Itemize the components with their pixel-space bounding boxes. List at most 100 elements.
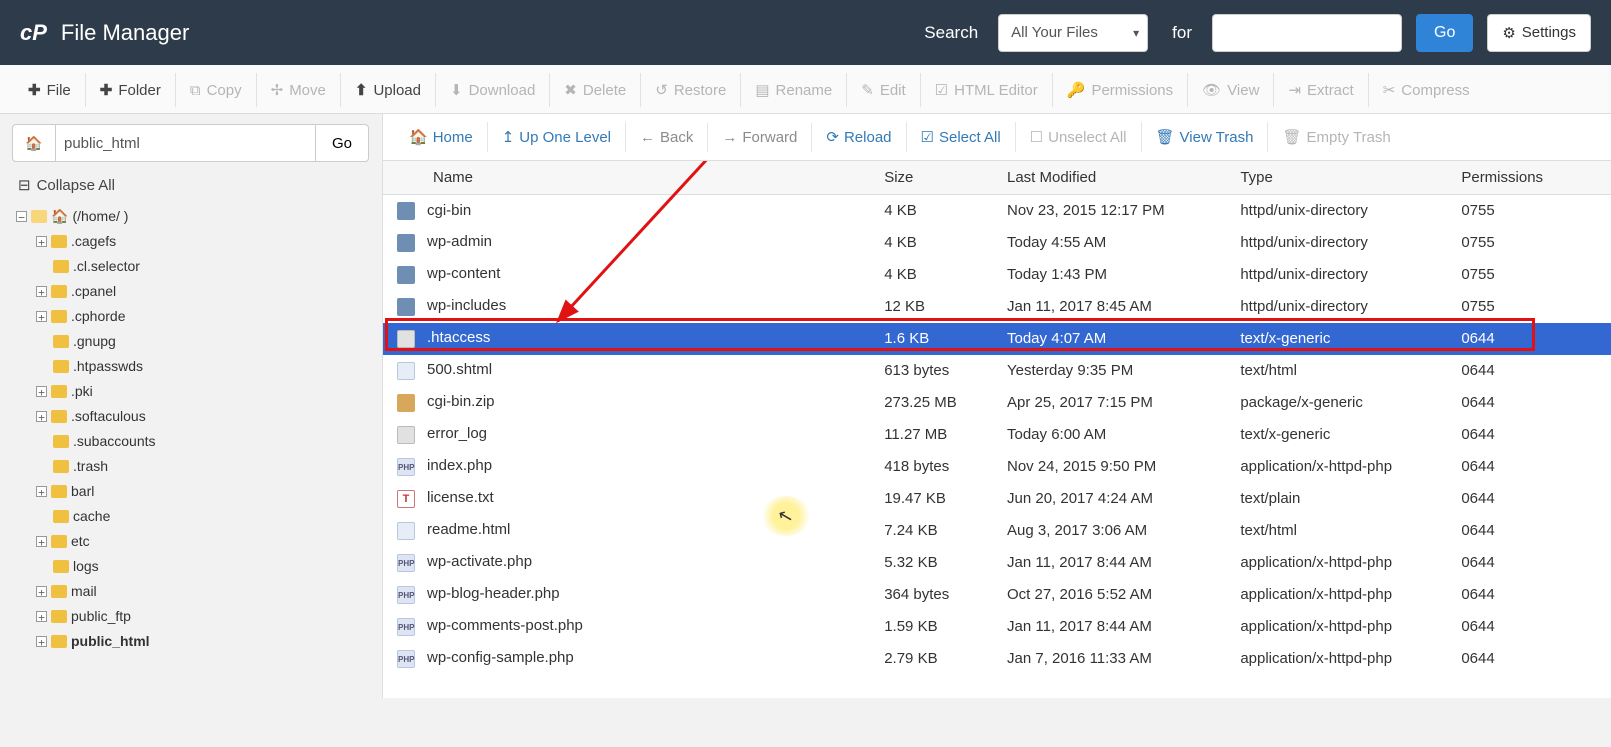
file-size: 1.6 KB (874, 323, 997, 355)
search-input[interactable] (1212, 14, 1402, 52)
table-row[interactable]: PHPindex.php418 bytesNov 24, 2015 9:50 P… (383, 451, 1611, 483)
tree-item[interactable]: +public_ftp (16, 604, 366, 629)
permissions-button[interactable]: 🔑Permissions (1053, 73, 1188, 107)
folder-button[interactable]: ✚Folder (86, 73, 176, 107)
tree-item[interactable]: +public_html (16, 629, 366, 654)
expand-toggle-icon[interactable]: + (36, 411, 47, 422)
table-row[interactable]: .htaccess1.6 KBToday 4:07 AMtext/x-gener… (383, 323, 1611, 355)
tree-item[interactable]: +mail (16, 579, 366, 604)
collapse-toggle-icon[interactable]: − (16, 211, 27, 222)
for-label: for (1172, 23, 1192, 43)
upload-button[interactable]: ⬆Upload (341, 73, 436, 107)
edit-button[interactable]: ✎Edit (847, 73, 920, 107)
table-row[interactable]: cgi-bin.zip273.25 MBApr 25, 2017 7:15 PM… (383, 387, 1611, 419)
expand-toggle-icon[interactable]: + (36, 536, 47, 547)
tree-item[interactable]: +barl (16, 479, 366, 504)
tree-item[interactable]: .subaccounts (16, 429, 366, 454)
tree-item[interactable]: .gnupg (16, 329, 366, 354)
rename-button[interactable]: ▤Rename (741, 73, 847, 107)
expand-toggle-icon[interactable]: + (36, 636, 47, 647)
html-editor-button[interactable]: ☑HTML Editor (921, 73, 1053, 107)
tree-root[interactable]: − 🏠 (/home/ ) (16, 204, 366, 229)
expand-toggle-icon[interactable]: + (36, 586, 47, 597)
delete-button[interactable]: ✖Delete (550, 73, 641, 107)
copy-button[interactable]: ⧉Copy (176, 73, 257, 107)
reload-button[interactable]: ⟳Reload (812, 122, 906, 152)
zip-icon (397, 394, 415, 412)
folder-icon (51, 385, 67, 398)
col-name[interactable]: Name (383, 161, 874, 195)
tree-item[interactable]: .trash (16, 454, 366, 479)
download-button[interactable]: ⬇Download (436, 73, 550, 107)
path-input[interactable] (56, 124, 316, 162)
move-button[interactable]: ✢Move (257, 73, 341, 107)
view-button[interactable]: 👁View (1188, 73, 1274, 107)
table-row[interactable]: wp-includes12 KBJan 11, 2017 8:45 AMhttp… (383, 291, 1611, 323)
select-all-button[interactable]: ☑Select All (907, 122, 1016, 152)
expand-toggle-icon[interactable]: + (36, 311, 47, 322)
search-go-button[interactable]: Go (1416, 14, 1473, 52)
check-icon: ☑ (921, 128, 934, 146)
restore-button[interactable]: ↺Restore (641, 73, 741, 107)
file-button[interactable]: ✚File (14, 73, 86, 107)
tree-item[interactable]: logs (16, 554, 366, 579)
home-icon-button[interactable]: 🏠 (12, 124, 56, 162)
nav-home-button[interactable]: 🏠Home (395, 122, 488, 152)
file-permissions: 0755 (1451, 291, 1611, 323)
col-permissions[interactable]: Permissions (1451, 161, 1611, 195)
table-row[interactable]: cgi-bin4 KBNov 23, 2015 12:17 PMhttpd/un… (383, 195, 1611, 227)
table-row[interactable]: PHPwp-config-sample.php2.79 KBJan 7, 201… (383, 643, 1611, 675)
file-size: 4 KB (874, 195, 997, 227)
table-row[interactable]: PHPwp-comments-post.php1.59 KBJan 11, 20… (383, 611, 1611, 643)
tree-item[interactable]: +.pki (16, 379, 366, 404)
folder-icon (51, 610, 67, 623)
table-row[interactable]: error_log11.27 MBToday 6:00 AMtext/x-gen… (383, 419, 1611, 451)
collapse-all-button[interactable]: ⊟ Collapse All (0, 172, 382, 198)
tree-item-label: .cpanel (71, 279, 116, 304)
expand-toggle-icon[interactable]: + (36, 386, 47, 397)
expand-toggle-icon[interactable]: + (36, 236, 47, 247)
nav-up-button[interactable]: ↥Up One Level (488, 122, 626, 152)
nav-forward-button[interactable]: →Forward (708, 123, 812, 152)
table-row[interactable]: PHPwp-blog-header.php364 bytesOct 27, 20… (383, 579, 1611, 611)
table-row[interactable]: wp-admin4 KBToday 4:55 AMhttpd/unix-dire… (383, 227, 1611, 259)
empty-trash-button[interactable]: 🗑Empty Trash (1268, 122, 1404, 152)
table-row[interactable]: readme.html7.24 KBAug 3, 2017 3:06 AMtex… (383, 515, 1611, 547)
table-row[interactable]: PHPwp-activate.php5.32 KBJan 11, 2017 8:… (383, 547, 1611, 579)
col-size[interactable]: Size (874, 161, 997, 195)
tree-item[interactable]: + .cpanel (16, 279, 366, 304)
col-type[interactable]: Type (1230, 161, 1451, 195)
search-scope-select[interactable]: All Your Files (998, 14, 1148, 52)
path-go-button[interactable]: Go (316, 124, 369, 162)
expand-toggle-icon[interactable]: + (36, 486, 47, 497)
expand-toggle-icon[interactable]: + (36, 286, 47, 297)
settings-button[interactable]: ⚙ Settings (1487, 14, 1591, 52)
tree-item[interactable]: +.softaculous (16, 404, 366, 429)
folder-icon (53, 560, 69, 573)
folder-tree: − 🏠 (/home/ ) +.cagefs.cl.selector + .cpan… (0, 198, 382, 660)
extract-button[interactable]: ⇥Extract (1274, 73, 1368, 107)
compress-button[interactable]: ✂Compress (1369, 73, 1484, 107)
file-modified: Today 4:55 AM (997, 227, 1230, 259)
copy-icon: ⧉ (190, 82, 201, 99)
col-modified[interactable]: Last Modified (997, 161, 1230, 195)
extract-icon: ⇥ (1288, 81, 1301, 99)
tree-item[interactable]: +etc (16, 529, 366, 554)
table-row[interactable]: Tlicense.txt19.47 KBJun 20, 2017 4:24 AM… (383, 483, 1611, 515)
tree-item[interactable]: .htpasswds (16, 354, 366, 379)
unselect-all-button[interactable]: ☐Unselect All (1016, 122, 1142, 152)
expand-toggle-icon[interactable]: + (36, 611, 47, 622)
file-modified: Jan 11, 2017 8:45 AM (997, 291, 1230, 323)
tree-item[interactable]: +.cagefs (16, 229, 366, 254)
table-row[interactable]: 500.shtml613 bytesYesterday 9:35 PMtext/… (383, 355, 1611, 387)
doc-icon (397, 426, 415, 444)
nav-back-button[interactable]: ←Back (626, 123, 708, 152)
home-icon: 🏠 (25, 135, 42, 152)
rename-icon: ▤ (755, 81, 769, 99)
tree-item[interactable]: +.cphorde (16, 304, 366, 329)
view-trash-button[interactable]: 🗑View Trash (1142, 122, 1269, 152)
tree-item[interactable]: cache (16, 504, 366, 529)
table-row[interactable]: wp-content4 KBToday 1:43 PMhttpd/unix-di… (383, 259, 1611, 291)
tree-item[interactable]: .cl.selector (16, 254, 366, 279)
file-type: text/x-generic (1230, 323, 1451, 355)
